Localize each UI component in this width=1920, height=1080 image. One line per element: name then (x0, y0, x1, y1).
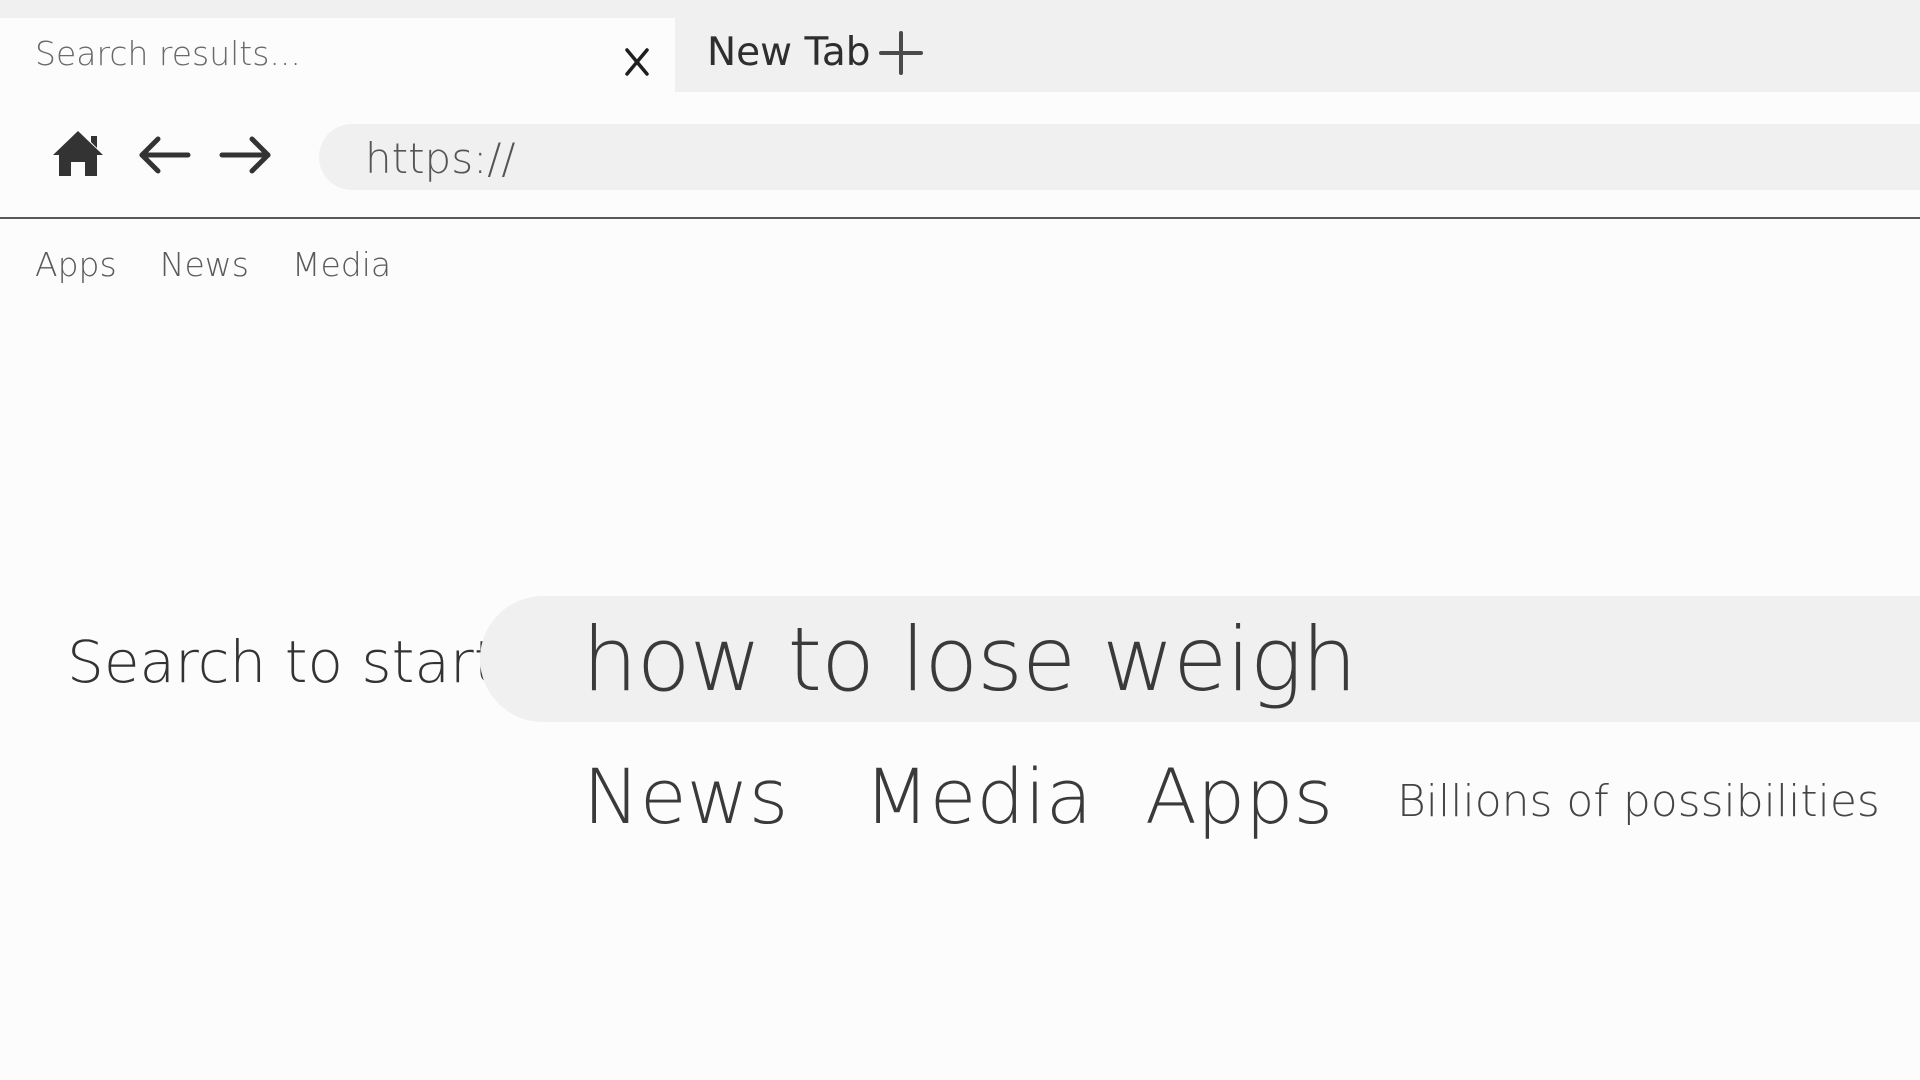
arrow-right-icon[interactable] (216, 130, 276, 180)
bookmark-media[interactable]: Media (292, 245, 391, 284)
bookmarks-bar: Apps News Media (35, 245, 429, 285)
arrow-left-icon[interactable] (134, 130, 194, 180)
quick-link-news[interactable]: News (583, 752, 788, 841)
tab-new-tab[interactable]: New Tab (707, 30, 870, 75)
bookmark-news[interactable]: News (160, 245, 249, 284)
tagline: Billions of possibilities (1397, 776, 1880, 827)
address-bar[interactable]: https:// (319, 124, 1920, 190)
navigation-toolbar: https:// (0, 92, 1920, 219)
tab-title: Search results... (35, 34, 301, 73)
search-query-text: how to lose weigh (582, 608, 1357, 711)
plus-icon[interactable] (876, 28, 926, 78)
search-label: Search to start (67, 628, 497, 696)
tab-strip: Search results... New Tab (0, 0, 1920, 106)
quick-link-media[interactable]: Media (864, 752, 1092, 841)
quick-link-apps[interactable]: Apps (1145, 752, 1333, 841)
search-input[interactable]: how to lose weigh (480, 596, 1920, 722)
bookmark-apps[interactable]: Apps (35, 245, 117, 284)
home-icon[interactable] (50, 126, 106, 182)
address-url: https:// (365, 134, 516, 183)
close-icon[interactable] (612, 34, 662, 84)
